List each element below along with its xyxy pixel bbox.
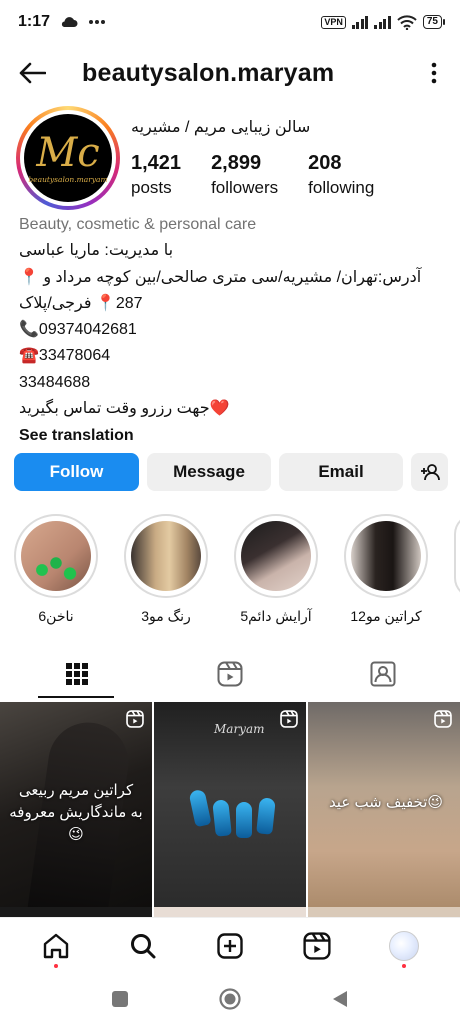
status-time: 1:17 <box>18 13 51 30</box>
highlight-item[interactable]: آرایش دائم5 <box>234 514 318 625</box>
avatar-script: beautysalon.maryam <box>28 174 108 184</box>
home-icon <box>43 933 68 958</box>
profile-stats: 1,421 posts 2,899 followers 208 followin… <box>131 150 404 200</box>
notification-dot <box>53 963 58 968</box>
arrow-left-icon <box>19 62 46 84</box>
reel-indicator-icon <box>280 710 298 728</box>
avatar-story-ring[interactable]: Mc beautysalon.maryam <box>16 106 120 210</box>
stat-value: 2,899 <box>211 152 262 174</box>
highlight-label: آرایش دائم5 <box>240 608 312 624</box>
search-icon <box>130 933 156 958</box>
triangle-back-icon <box>333 990 347 1007</box>
reel-indicator-icon <box>434 710 452 728</box>
tab-posts-grid[interactable] <box>0 652 153 698</box>
tagged-user-icon <box>370 661 395 687</box>
more-vertical-icon <box>431 62 437 84</box>
circle-icon <box>219 987 241 1010</box>
system-navigation <box>0 973 460 1024</box>
status-bar: 1:17 VPN 75 <box>0 0 460 44</box>
highlight-item-partial[interactable] <box>454 514 460 598</box>
post-caption: کراتین مریم ربیعی به ماندگاریش معروفه 😉 <box>9 782 143 843</box>
bio-line: با مدیریت: ماریا عباسی <box>19 242 174 260</box>
email-button[interactable]: Email <box>279 453 403 491</box>
stat-value: 1,421 <box>131 152 182 174</box>
post-watermark: Maryam <box>214 722 265 736</box>
nav-create[interactable] <box>210 926 250 966</box>
highlight-item[interactable]: کراتین مو12 <box>344 514 428 625</box>
profile-tabs <box>0 652 460 698</box>
bio-line: 287📍 فرجی/پلاک <box>19 294 143 312</box>
reels-icon <box>303 931 331 960</box>
highlight-cover <box>21 521 91 591</box>
bio-phone[interactable]: 33484688 <box>19 370 449 396</box>
suggested-users-button[interactable] <box>411 453 448 491</box>
home-button[interactable] <box>215 984 245 1014</box>
square-icon <box>112 990 128 1007</box>
nav-home[interactable] <box>36 926 76 968</box>
highlight-cover <box>241 521 311 591</box>
nails-shape <box>184 760 284 850</box>
reels-icon <box>217 661 242 687</box>
display-name: سالن زیبایی مریم / مشیریه <box>131 119 311 136</box>
highlight-item[interactable]: رنگ مو3 <box>124 514 208 625</box>
stat-label: following <box>308 178 375 197</box>
post-thumbnail[interactable]: کراتین مریم ربیعی به ماندگاریش معروفه 😉 <box>0 702 152 915</box>
avatar: Mc beautysalon.maryam <box>24 114 112 202</box>
highlight-label: رنگ مو3 <box>141 608 191 624</box>
more-notifications-icon <box>89 20 106 24</box>
stat-following[interactable]: 208 following <box>308 150 374 200</box>
avatar-monogram: Mc <box>36 129 100 176</box>
plus-square-icon <box>217 932 243 959</box>
follow-button[interactable]: Follow <box>14 453 139 491</box>
username: beautysalon.maryam <box>82 58 335 87</box>
nav-profile[interactable] <box>384 926 424 968</box>
highlight-item[interactable]: ناخن6 <box>14 514 98 625</box>
profile-header: beautysalon.maryam <box>0 50 460 96</box>
signal-icon <box>374 15 391 29</box>
bio-line: ❤️جهت رزرو وقت تماس بگیرید <box>19 400 230 418</box>
stat-label: followers <box>211 178 279 197</box>
bio: Beauty, cosmetic & personal care با مدیر… <box>19 212 449 450</box>
message-button[interactable]: Message <box>147 453 271 491</box>
reel-indicator-icon <box>126 710 144 728</box>
highlight-cover <box>131 521 201 591</box>
battery-icon: 75 <box>422 15 446 29</box>
highlight-cover <box>351 521 421 591</box>
posts-grid: کراتین مریم ربیعی به ماندگاریش معروفه 😉 … <box>0 702 460 915</box>
posts-grid-next-row <box>0 907 460 917</box>
tab-reels[interactable] <box>153 652 306 696</box>
back-nav-button[interactable] <box>325 984 355 1014</box>
wifi-icon <box>397 14 417 30</box>
back-button[interactable] <box>16 57 48 89</box>
stat-followers[interactable]: 2,899 followers <box>211 150 278 200</box>
tab-tagged[interactable] <box>306 652 459 696</box>
highlight-label: ناخن6 <box>38 608 74 624</box>
bottom-navigation <box>0 917 460 973</box>
bio-phone[interactable]: ☎️33478064 <box>19 343 449 369</box>
profile-avatar-icon <box>389 930 420 961</box>
story-highlights: ناخن6 رنگ مو3 آرایش دائم5 کراتین مو12 <box>14 514 460 625</box>
see-translation-link[interactable]: See translation <box>19 423 449 449</box>
add-user-icon <box>420 464 440 481</box>
grid-icon <box>65 663 88 685</box>
notification-dot <box>402 963 407 968</box>
cloud-icon <box>61 17 78 27</box>
nav-reels[interactable] <box>297 926 337 966</box>
profile-actions: Follow Message Email <box>14 453 448 491</box>
bio-line: آدرس:تهران/ مشیریه/سی متری صالحی/بین کوچ… <box>19 268 422 286</box>
stat-posts[interactable]: 1,421 posts <box>131 150 181 200</box>
bio-phone[interactable]: 📞09374042681 <box>19 317 449 343</box>
post-caption: 😉تخفیف شب عید <box>328 794 444 811</box>
signal-icon <box>351 15 369 29</box>
nav-search[interactable] <box>123 926 163 966</box>
post-thumbnail[interactable]: Maryam <box>154 702 306 915</box>
highlight-label: کراتین مو12 <box>350 608 422 624</box>
bio-category: Beauty, cosmetic & personal care <box>19 216 257 233</box>
stat-value: 208 <box>308 152 342 174</box>
recents-button[interactable] <box>105 984 135 1014</box>
vpn-badge: VPN <box>321 15 346 29</box>
more-options-button[interactable] <box>424 57 444 89</box>
post-thumbnail[interactable]: 😉تخفیف شب عید <box>308 702 460 915</box>
stat-label: posts <box>131 178 172 197</box>
